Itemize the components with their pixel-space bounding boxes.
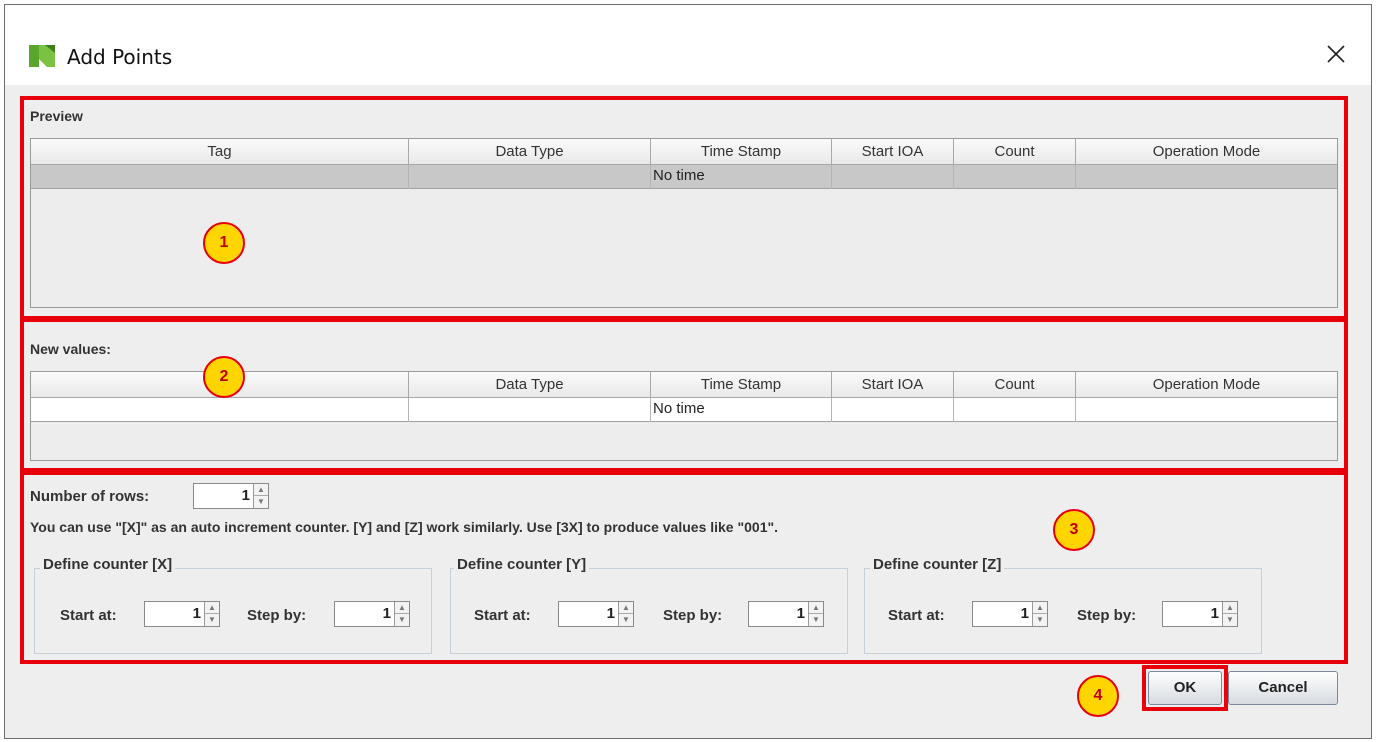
callout-badge-1: 1 xyxy=(203,222,245,264)
cancel-button[interactable]: Cancel xyxy=(1228,671,1338,705)
annotation-box-1 xyxy=(20,96,1348,320)
callout-badge-4: 4 xyxy=(1077,675,1119,717)
window-title: Add Points xyxy=(67,45,173,69)
title-bar: Add Points xyxy=(5,5,1371,85)
close-icon[interactable] xyxy=(1321,39,1351,69)
annotation-box-3 xyxy=(20,471,1348,664)
app-logo-icon xyxy=(29,45,55,67)
callout-badge-2: 2 xyxy=(203,356,245,398)
annotation-box-4 xyxy=(1142,665,1228,711)
callout-badge-3: 3 xyxy=(1053,509,1095,551)
